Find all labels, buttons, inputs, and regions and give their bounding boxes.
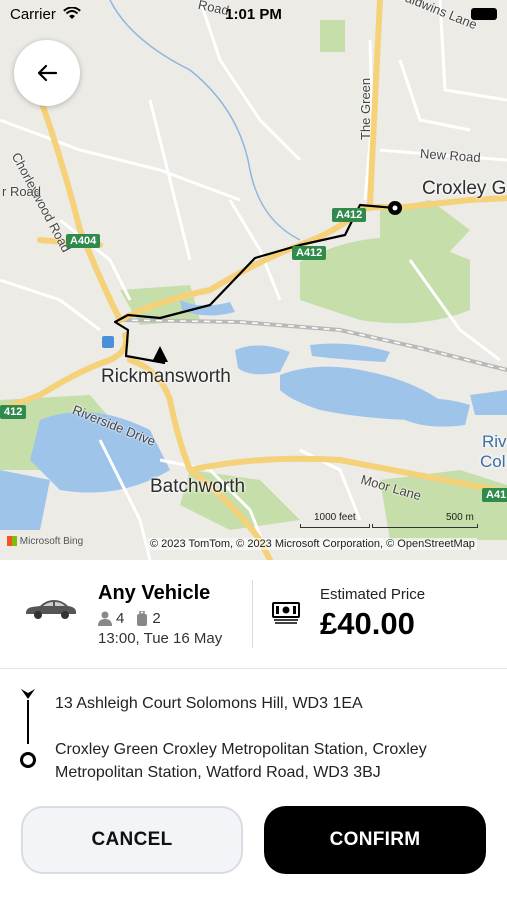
status-time: 1:01 PM [225, 6, 282, 23]
vehicle-name: Any Vehicle [98, 582, 211, 604]
booking-panel: Any Vehicle 4 2 13:00, Tue 16 May Estima… [0, 560, 507, 900]
map-label-croxley: Croxley G [422, 178, 507, 199]
summary-divider [252, 580, 253, 648]
dropoff-address: Croxley Green Croxley Metropolitan Stati… [55, 741, 427, 781]
route-summary: 13 Ashleigh Court Solomons Hill, WD3 1EA… [0, 682, 507, 792]
confirm-button[interactable]: CONFIRM [264, 806, 486, 874]
car-icon [26, 600, 76, 619]
road-shield-a412-left: 412 [0, 405, 27, 419]
map-label-road-left: r Road [2, 184, 42, 199]
vehicle-capacity: 4 2 [98, 610, 161, 627]
map-label-rickmansworth: Rickmansworth [101, 366, 231, 387]
passenger-count: 4 [116, 610, 125, 627]
road-shield-a412-1: A412 [332, 208, 367, 222]
passenger-icon [98, 611, 112, 626]
bing-logo: Microsoft Bing [7, 536, 83, 547]
dropoff-marker-icon [20, 752, 36, 768]
pickup-address: 13 Ashleigh Court Solomons Hill, WD3 1EA [55, 695, 363, 712]
road-shield-a404: A404 [66, 234, 101, 248]
scale-feet-bar [300, 524, 370, 528]
luggage-count: 2 [152, 610, 161, 627]
scale-meters-bar [372, 524, 478, 528]
arrow-left-icon [37, 64, 58, 82]
scale-feet-label: 1000 feet [314, 512, 356, 523]
map-attribution[interactable]: © 2023 TomTom, © 2023 Microsoft Corporat… [148, 538, 477, 550]
scale-meters: 500 m [372, 512, 478, 528]
luggage-icon [137, 611, 148, 626]
road-shield-a41-right: A41 [482, 488, 507, 502]
scale-meters-label: 500 m [446, 512, 474, 523]
map-label-batchworth: Batchworth [150, 476, 246, 497]
map-label-the-green: The Green [358, 77, 373, 140]
microsoft-logo-icon [7, 536, 17, 547]
battery-icon [471, 8, 497, 20]
vehicle-summary: Any Vehicle 4 2 13:00, Tue 16 May Estima… [0, 560, 507, 669]
map-label-river-2: Col [480, 452, 506, 471]
status-bar: Carrier 1:01 PM [0, 0, 507, 28]
scale-feet: 1000 feet [300, 512, 370, 528]
banknote-icon [272, 602, 300, 624]
cancel-button[interactable]: CANCEL [21, 806, 243, 874]
estimated-price-label: Estimated Price [320, 586, 426, 603]
estimated-price: £40.00 [320, 606, 415, 641]
pickup-marker-icon [21, 689, 35, 699]
booking-datetime: 13:00, Tue 16 May [98, 630, 223, 647]
route-connector [27, 700, 29, 744]
road-shield-a412-2: A412 [292, 246, 327, 260]
back-button[interactable] [14, 40, 80, 106]
bing-label: Microsoft Bing [19, 536, 84, 547]
map-label-river-1: Riv [482, 432, 507, 451]
